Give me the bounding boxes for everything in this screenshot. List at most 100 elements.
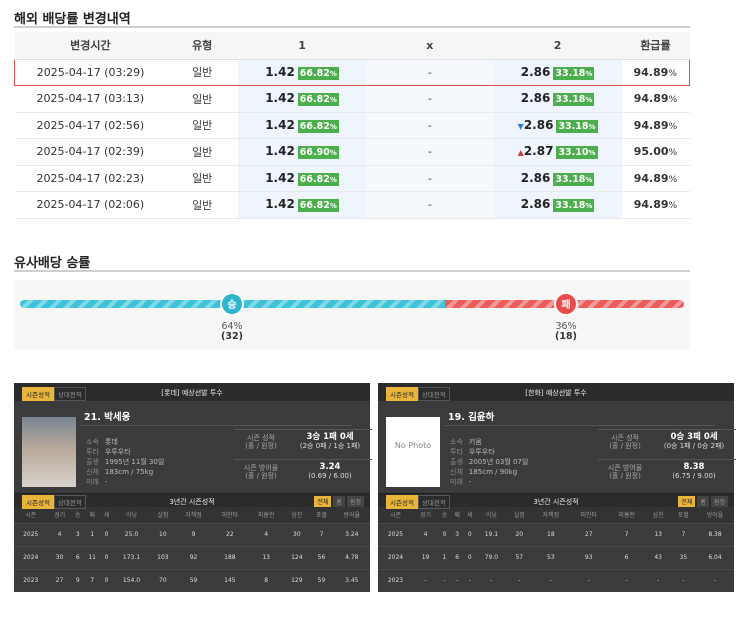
info-value: 1995년 11월 30일 xyxy=(104,458,165,466)
era-main: 3.24 xyxy=(319,462,341,472)
season-stats-table: 시즌 경기 승 패 세 이닝 실점 자책점 피안타 피홈런 삼진 포볼 방어율 2025 4 3 1 0 25.0 1… xyxy=(14,507,370,592)
season-sublabel: (홀 / 원정) xyxy=(245,442,277,450)
stats-cell: 8.38 xyxy=(696,522,734,546)
player-photo xyxy=(22,417,76,487)
stats-header: 시즌성적 상대전적 3년간 시즌성적 전체 홈 원정 xyxy=(14,493,370,509)
odds-type: 일반 xyxy=(166,191,239,219)
odds-time: 2025-04-17 (02:23) xyxy=(14,165,167,192)
stats-cell: 35 xyxy=(670,545,697,569)
stats-col-header: 이닝 xyxy=(476,507,507,523)
stats-cell: - xyxy=(506,568,532,592)
season-main: 3승 1패 0세 xyxy=(306,432,354,442)
stats-cell: - xyxy=(670,568,697,592)
stats-cell: 0 xyxy=(100,568,113,592)
stats-cell: 70 xyxy=(150,568,176,592)
stats-cell: - xyxy=(696,568,734,592)
away-prob-badge: 33.18% xyxy=(556,119,598,133)
stats-cell: 0 xyxy=(100,522,113,546)
stats-filter-tab[interactable]: 홈 xyxy=(697,496,709,507)
stats-cell: - xyxy=(607,568,646,592)
info-key: 미래 xyxy=(450,478,463,486)
stats-cell: 0 xyxy=(463,522,477,546)
info-row: 신체 183cm / 75kg xyxy=(86,467,164,477)
stats-filter-tab[interactable]: 원정 xyxy=(710,496,728,507)
stats-cell: 6.04 xyxy=(696,545,734,569)
odds-draw: - xyxy=(365,138,494,166)
stats-filters: 전체 홈 원정 xyxy=(676,496,728,507)
stats-col-header: 패 xyxy=(83,507,101,523)
stats-cell: 57 xyxy=(506,545,532,569)
home-prob-badge: 66.82% xyxy=(297,119,339,133)
stats-cell: 1 xyxy=(83,522,101,546)
stats-cell: 0 xyxy=(438,522,451,546)
lose-knob: 패 xyxy=(554,292,578,316)
odds-type: 일반 xyxy=(166,138,239,166)
season-record-box: 시즌 성적 (홀 / 원정) 0승 3패 0세 (0승 1패 / 0승 2패) xyxy=(598,429,736,457)
name-divider xyxy=(444,425,716,426)
stats-cell: 18 xyxy=(531,522,570,546)
era-label-main: 시즌 방어율 xyxy=(607,464,643,472)
stats-filter-tab[interactable]: 전체 xyxy=(314,496,332,507)
stats-cell: 19.1 xyxy=(476,522,507,546)
stats-cell: 103 xyxy=(150,545,176,569)
header-draw: x xyxy=(365,32,494,60)
pitcher-name: 21. 박세웅 xyxy=(84,412,131,423)
header-type: 유형 xyxy=(166,32,239,60)
odds-row[interactable]: 2025-04-17 (03:29) 일반 1.42 66.82% -2.86 33.18… xyxy=(14,58,690,86)
odds-row[interactable]: 2025-04-17 (02:56) 일반 1.42 66.82% - ▼2.86 33.1… xyxy=(14,112,690,139)
info-row: 투타 우투우타 xyxy=(86,447,164,457)
stats-cell: 0 xyxy=(100,545,113,569)
stats-filter-tab[interactable]: 원정 xyxy=(346,496,364,507)
pct-unit: % xyxy=(585,69,593,78)
odds-return-cell: 94.89% xyxy=(621,165,690,192)
season-record-label: 시즌 성적 (홀 / 원정) xyxy=(238,434,284,450)
stats-cell: 7 xyxy=(83,568,101,592)
stats-filter-tab[interactable]: 전체 xyxy=(678,496,696,507)
return-value: 94.89 xyxy=(633,92,669,106)
odds-row[interactable]: 2025-04-17 (02:39) 일반 1.42 66.90% - ▲2.87 33.1… xyxy=(14,138,690,166)
info-key: 신체 xyxy=(86,468,99,476)
stats-cell: 8 xyxy=(248,568,285,592)
stats-filter-tab[interactable]: 홈 xyxy=(333,496,345,507)
stats-cell: 4 xyxy=(248,522,285,546)
odds-type: 일반 xyxy=(166,165,239,192)
away-prob-value: 33.18 xyxy=(555,173,586,185)
name-divider xyxy=(80,425,352,426)
stats-row: 2025 4 3 1 0 25.0 10 9 22 4 30 7 3.24 xyxy=(14,522,370,546)
info-row: 출생 2005년 03월 07일 xyxy=(450,457,528,467)
info-key: 미래 xyxy=(86,478,99,486)
odds-away-cell: ▼2.86 33.18% xyxy=(493,112,622,139)
stats-cell: - xyxy=(476,568,507,592)
stats-cell: 2025 xyxy=(378,522,413,546)
stats-header-row: 시즌 경기 승 패 세 이닝 실점 자책점 피안타 피홈런 삼진 포볼 방어율 xyxy=(14,507,370,523)
stats-cell: 4 xyxy=(412,522,439,546)
pitcher-panel: 시즌성적 상대전적 [한화] 예상선발 투수 No Photo 19. 김윤하 소속 키움 투… xyxy=(378,383,736,592)
info-row: 투타 우투우타 xyxy=(450,447,528,457)
similar-section-title: 유사배당 승률 xyxy=(14,256,91,271)
stats-cell: 129 xyxy=(284,568,310,592)
away-prob-value: 33.18 xyxy=(555,67,586,79)
odds-home-value: 1.42 xyxy=(265,144,295,159)
pct-unit: % xyxy=(585,202,593,211)
odds-row[interactable]: 2025-04-17 (03:13) 일반 1.42 66.82% -2.86 33.18… xyxy=(14,85,690,113)
stats-cell: - xyxy=(531,568,570,592)
stats-cell: 7 xyxy=(607,522,646,546)
odds-history-table: 변경시간 유형 1 x 2 환급률 2025-04-17 (03:29) 일반 1.… xyxy=(14,32,690,219)
odds-row[interactable]: 2025-04-17 (02:23) 일반 1.42 66.82% -2.86 33.18… xyxy=(14,165,690,192)
odds-home-cell: 1.42 66.82% xyxy=(238,112,366,139)
home-prob-value: 66.90 xyxy=(299,147,330,159)
return-value: 95.00 xyxy=(633,145,669,159)
stats-cell: 19 xyxy=(412,545,439,569)
stats-cell: - xyxy=(645,568,671,592)
season-record-value: 0승 3패 0세 (0승 1패 / 0승 2패) xyxy=(652,433,736,451)
odds-home-cell: 1.42 66.82% xyxy=(238,191,366,219)
header-time: 변경시간 xyxy=(14,32,167,60)
odds-draw: - xyxy=(365,165,494,192)
return-value: 94.89 xyxy=(633,118,669,132)
info-key: 출생 xyxy=(450,458,463,466)
odds-row[interactable]: 2025-04-17 (02:06) 일반 1.42 66.82% -2.86 33.18… xyxy=(14,191,690,219)
stats-cell: 43 xyxy=(645,545,671,569)
stats-col-header: 포볼 xyxy=(670,507,697,523)
info-value: 2005년 03월 07일 xyxy=(468,458,529,466)
stats-cell: 22 xyxy=(211,522,248,546)
